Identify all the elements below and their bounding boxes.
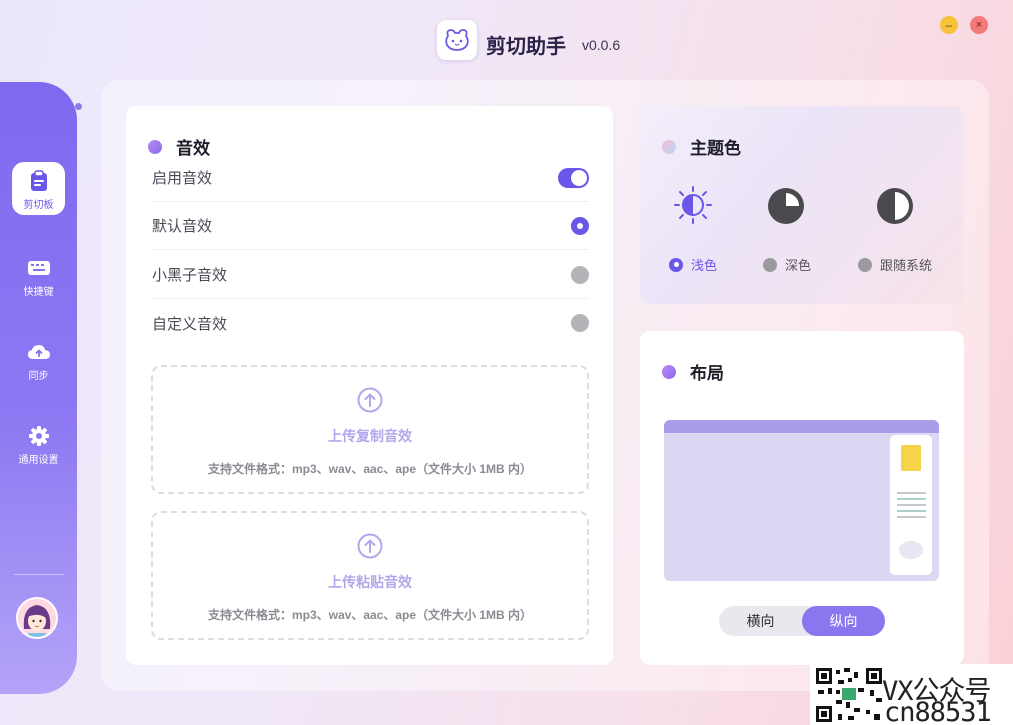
theme-dark-option[interactable]: 深色 <box>763 255 811 274</box>
theme-dark-radio[interactable] <box>763 257 777 272</box>
layout-card: 布局 横向 纵向 <box>640 331 964 665</box>
app-logo-icon <box>437 20 477 60</box>
custom-sound-row[interactable]: 自定义音效 <box>152 299 589 347</box>
xiaoheizi-sound-radio[interactable] <box>571 265 589 284</box>
layout-orientation-toggle: 横向 纵向 <box>719 606 885 636</box>
half-circle-icon[interactable] <box>875 186 915 231</box>
avatar[interactable] <box>16 597 58 639</box>
sidebar-item-sync[interactable]: 同步 <box>0 340 77 382</box>
sidebar: 剪切板 快捷键 同步 通用设置 <box>0 82 77 694</box>
upload-copy-sound[interactable]: 上传复制音效 支持文件格式：mp3、wav、aac、ape（文件大小 1MB 内… <box>151 365 589 494</box>
upload-title: 上传复制音效 <box>328 428 412 444</box>
row-label: 小黑子音效 <box>152 267 228 284</box>
custom-sound-radio[interactable] <box>571 314 589 332</box>
enable-sound-row: 启用音效 <box>152 154 589 202</box>
gear-icon <box>27 424 51 448</box>
row-label: 默认音效 <box>152 218 213 235</box>
sidebar-item-shortcuts[interactable]: 快捷键 <box>0 256 77 298</box>
layout-title: 布局 <box>690 364 724 383</box>
sidebar-item-label: 通用设置 <box>18 455 59 466</box>
card-header: 布局 <box>662 359 724 384</box>
xiaoheizi-sound-row[interactable]: 小黑子音效 <box>152 251 589 299</box>
close-button[interactable]: × <box>970 16 988 34</box>
theme-light-radio[interactable] <box>669 257 683 272</box>
sidebar-item-label: 同步 <box>28 371 49 382</box>
app-title: 剪切助手 <box>486 36 566 58</box>
default-sound-radio[interactable] <box>571 216 589 235</box>
layout-horizontal-option[interactable]: 横向 <box>719 606 802 636</box>
row-label: 自定义音效 <box>152 315 228 333</box>
theme-system-option[interactable]: 跟随系统 <box>858 255 932 274</box>
card-header: 主题色 <box>662 134 741 159</box>
layout-preview <box>664 420 939 581</box>
preview-side-panel <box>890 435 932 575</box>
theme-color-card: 主题色 浅色 深色 跟随系统 <box>640 106 964 304</box>
theme-dark-label: 深色 <box>785 258 812 273</box>
sidebar-indicator-dot <box>75 103 82 110</box>
cloud-upload-icon <box>27 340 51 364</box>
preview-top-bar <box>664 420 939 433</box>
upload-arrow-icon <box>357 533 383 564</box>
theme-title: 主题色 <box>690 139 741 158</box>
app-version: v0.0.6 <box>582 37 621 53</box>
upload-title: 上传粘贴音效 <box>328 574 412 590</box>
theme-system-radio[interactable] <box>858 257 872 272</box>
layout-vertical-option[interactable]: 纵向 <box>802 606 885 636</box>
row-label: 启用音效 <box>152 170 213 187</box>
clipboard-icon <box>27 169 51 193</box>
theme-light-label: 浅色 <box>691 258 718 273</box>
minimize-button[interactable]: – <box>940 16 958 34</box>
sidebar-item-settings[interactable]: 通用设置 <box>0 424 77 466</box>
sidebar-item-label: 剪切板 <box>23 200 54 211</box>
section-bullet-icon <box>662 364 676 379</box>
title-bar: 剪切助手 v0.0.6 – × <box>0 0 1013 80</box>
sound-settings-card: 音效 启用音效 默认音效 小黑子音效 自定义音效 上传复制音效 支持文件格式：m… <box>126 106 613 665</box>
section-bullet-icon <box>148 139 162 154</box>
watermark-line-2: cn88531 <box>884 697 992 725</box>
default-sound-row[interactable]: 默认音效 <box>152 202 589 250</box>
sidebar-divider <box>14 574 64 575</box>
moon-icon[interactable] <box>766 186 806 231</box>
keyboard-icon <box>27 256 51 280</box>
upload-hint: 支持文件格式：mp3、wav、aac、ape（文件大小 1MB 内） <box>207 462 533 476</box>
sidebar-item-clipboard[interactable]: 剪切板 <box>0 169 77 211</box>
section-bullet-icon <box>662 139 676 154</box>
theme-light-option[interactable]: 浅色 <box>669 255 717 274</box>
upload-paste-sound[interactable]: 上传粘贴音效 支持文件格式：mp3、wav、aac、ape（文件大小 1MB 内… <box>151 511 589 640</box>
sun-icon[interactable] <box>672 184 714 231</box>
upload-arrow-icon <box>357 387 383 418</box>
sidebar-item-label: 快捷键 <box>23 287 54 298</box>
upload-hint: 支持文件格式：mp3、wav、aac、ape（文件大小 1MB 内） <box>207 608 533 622</box>
enable-sound-toggle[interactable] <box>558 167 589 188</box>
qr-code-icon <box>814 666 884 724</box>
theme-system-label: 跟随系统 <box>880 258 933 273</box>
